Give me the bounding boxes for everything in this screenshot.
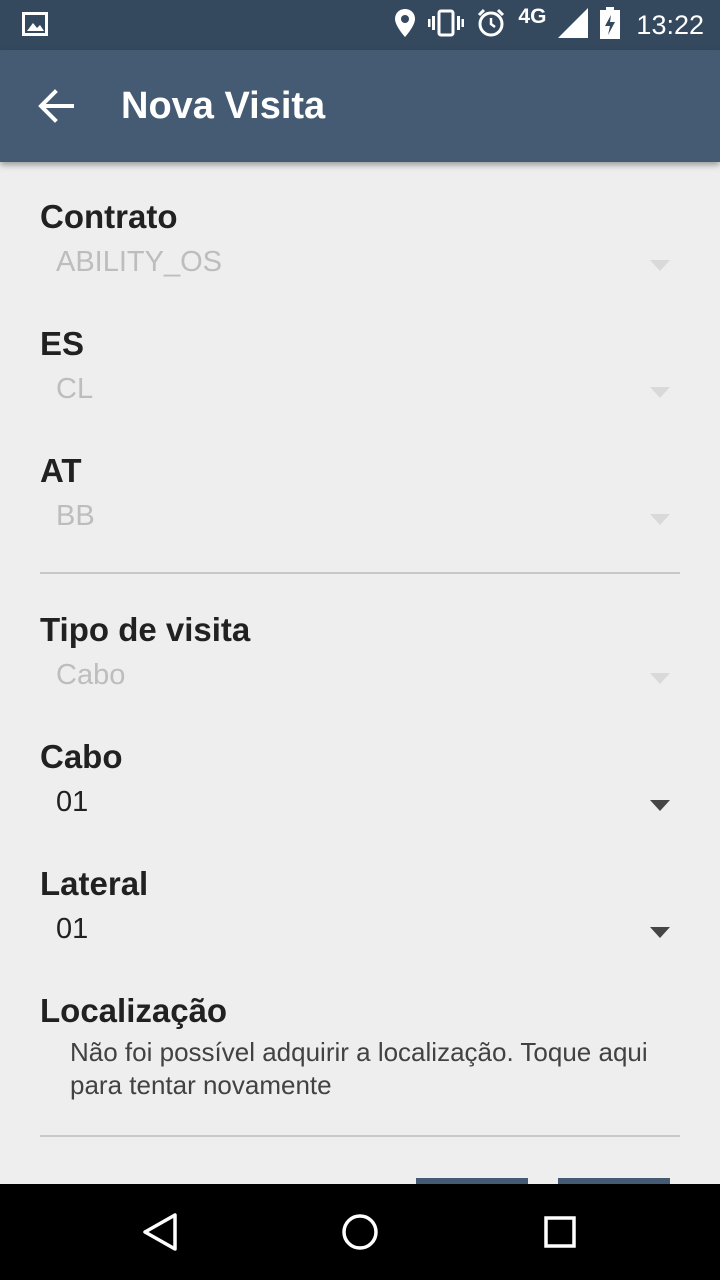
- signal-icon: [558, 7, 589, 43]
- back-triangle-icon[interactable]: [134, 1206, 186, 1258]
- section-divider: [40, 1135, 680, 1137]
- chevron-down-icon: [650, 514, 670, 525]
- navigation-bar: [0, 1184, 720, 1280]
- contrato-value: ABILITY_OS: [56, 246, 223, 278]
- localizacao-section[interactable]: Localização Não foi possível adquirir a …: [40, 992, 680, 1100]
- arrow-back-icon[interactable]: [36, 86, 76, 126]
- lateral-label: Lateral: [40, 865, 149, 902]
- section-divider: [40, 572, 680, 574]
- es-value: CL: [56, 373, 94, 405]
- at-label: AT: [40, 452, 82, 489]
- location-retry-message[interactable]: Não foi possível adquirir a localização.…: [70, 1036, 670, 1102]
- cabo-label: Cabo: [40, 738, 123, 775]
- at-spinner[interactable]: AT BB: [40, 452, 680, 532]
- status-time: 13:22: [636, 9, 704, 40]
- chevron-down-icon: [650, 260, 670, 271]
- cabo-spinner[interactable]: Cabo 01: [40, 738, 680, 818]
- battery-charging-icon: [600, 6, 621, 44]
- chevron-down-icon: [650, 673, 670, 684]
- contrato-spinner[interactable]: Contrato ABILITY_OS: [40, 198, 680, 278]
- page-title: Nova Visita: [121, 85, 326, 127]
- network-type-label: 4G: [518, 5, 547, 28]
- lateral-value: 01: [56, 913, 89, 945]
- localizacao-label: Localização: [40, 992, 228, 1029]
- image-notification-icon: [22, 12, 48, 41]
- tipo-visita-value: Cabo: [56, 659, 126, 691]
- home-circle-icon[interactable]: [334, 1206, 386, 1258]
- vibrate-icon: [428, 9, 465, 42]
- lateral-spinner[interactable]: Lateral 01: [40, 865, 680, 945]
- form-content: Contrato ABILITY_OS ES CL AT BB Tipo de …: [0, 162, 720, 1184]
- tipo-visita-label: Tipo de visita: [40, 611, 251, 648]
- recents-square-icon[interactable]: [534, 1206, 586, 1258]
- tipo-visita-spinner[interactable]: Tipo de visita Cabo: [40, 611, 680, 691]
- at-value: BB: [56, 500, 95, 532]
- contrato-label: Contrato: [40, 198, 178, 235]
- location-pin-icon: [394, 8, 416, 43]
- chevron-down-icon: [650, 800, 670, 811]
- app-bar: Nova Visita: [0, 50, 720, 162]
- es-label: ES: [40, 325, 85, 362]
- chevron-down-icon: [650, 387, 670, 398]
- cabo-value: 01: [56, 786, 89, 818]
- alarm-icon: [476, 8, 506, 43]
- chevron-down-icon: [650, 927, 670, 938]
- status-bar: 4G 13:22: [0, 0, 720, 50]
- es-spinner[interactable]: ES CL: [40, 325, 680, 405]
